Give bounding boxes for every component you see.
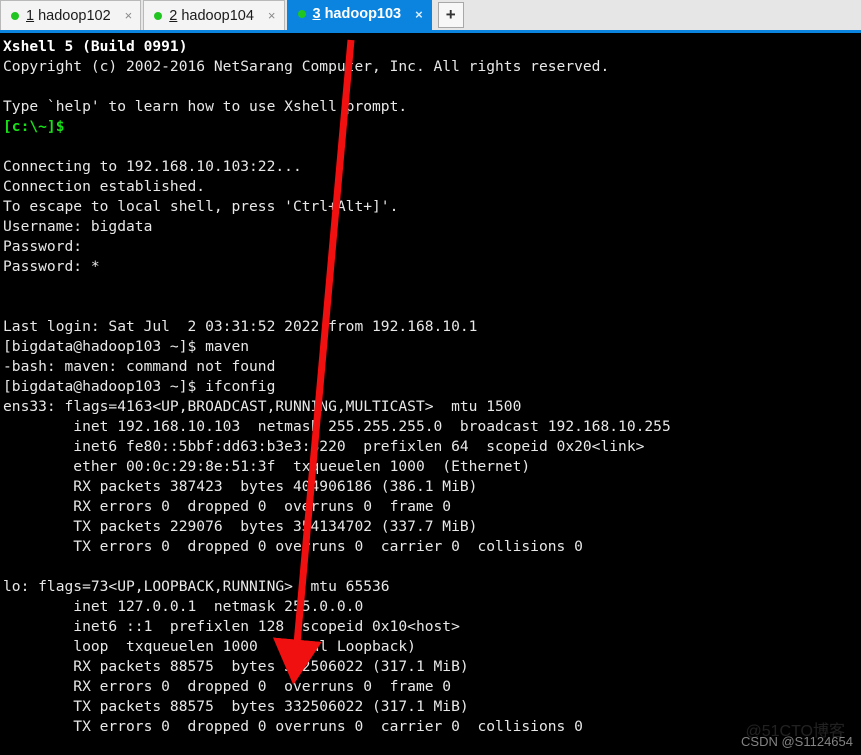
terminal-line: lo: flags=73<UP,LOOPBACK,RUNNING> mtu 65… <box>3 578 390 595</box>
terminal-line: ether 00:0c:29:8e:51:3f txqueuelen 1000 … <box>3 458 531 475</box>
terminal-line: [bigdata@hadoop103 ~]$ maven <box>3 338 250 355</box>
terminal-tab-hadoop104[interactable]: 2 hadoop104 × <box>143 0 285 30</box>
terminal-line: TX errors 0 dropped 0 overruns 0 carrier… <box>3 718 583 735</box>
new-tab-button[interactable]: + <box>437 2 464 28</box>
terminal-line: Xshell 5 (Build 0991) <box>3 38 188 55</box>
terminal-line: Last login: Sat Jul 2 03:31:52 2022 from… <box>3 318 478 335</box>
terminal-line: RX errors 0 dropped 0 overruns 0 frame 0 <box>3 678 452 695</box>
tab-label: hadoop102 <box>38 7 111 24</box>
terminal-line: [c:\~]$ <box>3 118 65 135</box>
terminal-line: [bigdata@hadoop103 ~]$ ifconfig <box>3 378 276 395</box>
green-dot-icon <box>154 11 163 20</box>
tab-number: 3 <box>312 6 321 22</box>
tab-label: hadoop104 <box>181 7 254 24</box>
terminal-line: RX errors 0 dropped 0 overruns 0 frame 0 <box>3 498 452 515</box>
green-dot-icon <box>297 10 306 18</box>
terminal-line: Copyright (c) 2002-2016 NetSarang Comput… <box>3 58 610 75</box>
tab-number: 2 <box>169 7 178 24</box>
terminal-line: TX packets 88575 bytes 332506022 (317.1 … <box>3 698 469 715</box>
terminal-line: ens33: flags=4163<UP,BROADCAST,RUNNING,M… <box>3 398 522 415</box>
terminal-line: Connecting to 192.168.10.103:22... <box>3 158 302 175</box>
terminal-line: loop txqueuelen 1000 (Local Loopback) <box>3 638 416 655</box>
tab-bar: 1 hadoop102 × 2 hadoop104 × 3 hadoop103 … <box>0 0 861 33</box>
terminal-line: inet 127.0.0.1 netmask 255.0.0.0 <box>3 598 364 615</box>
terminal-line: To escape to local shell, press 'Ctrl+Al… <box>3 198 399 215</box>
terminal-tab-hadoop102[interactable]: 1 hadoop102 × <box>0 0 142 30</box>
close-icon[interactable]: × <box>266 9 278 22</box>
terminal-line: Type `help' to learn how to use Xshell p… <box>3 98 408 115</box>
close-icon[interactable]: × <box>123 9 135 22</box>
green-dot-icon <box>11 11 19 20</box>
tab-number: 1 <box>26 7 35 24</box>
xshell-window: 1 hadoop102 × 2 hadoop104 × 3 hadoop103 … <box>0 0 861 755</box>
close-icon[interactable]: × <box>413 8 425 21</box>
terminal-line: inet6 fe80::5bbf:dd63:b3e3:8220 prefixle… <box>3 438 645 455</box>
terminal-line: RX packets 88575 bytes 332506022 (317.1 … <box>3 658 469 675</box>
tab-label: hadoop103 <box>324 6 402 22</box>
terminal-line: Password: <box>3 238 83 255</box>
terminal-output[interactable]: Xshell 5 (Build 0991) Copyright (c) 2002-… <box>0 33 861 752</box>
terminal-line-list: Xshell 5 (Build 0991) Copyright (c) 2002-… <box>3 37 861 752</box>
terminal-line: Username: bigdata <box>3 218 153 235</box>
terminal-line: Password: * <box>3 258 100 275</box>
terminal-line: RX packets 387423 bytes 404906186 (386.1… <box>3 478 478 495</box>
terminal-line: Connection established. <box>3 178 206 195</box>
terminal-line: inet6 ::1 prefixlen 128 scopeid 0x10<hos… <box>3 618 460 635</box>
terminal-line: -bash: maven: command not found <box>3 358 276 375</box>
terminal-line: TX errors 0 dropped 0 overruns 0 carrier… <box>3 538 583 555</box>
terminal-line: TX packets 229076 bytes 354134702 (337.7… <box>3 518 478 535</box>
terminal-tab-hadoop103[interactable]: 3 hadoop103 × <box>286 0 432 30</box>
terminal-line: inet 192.168.10.103 netmask 255.255.255.… <box>3 418 671 435</box>
